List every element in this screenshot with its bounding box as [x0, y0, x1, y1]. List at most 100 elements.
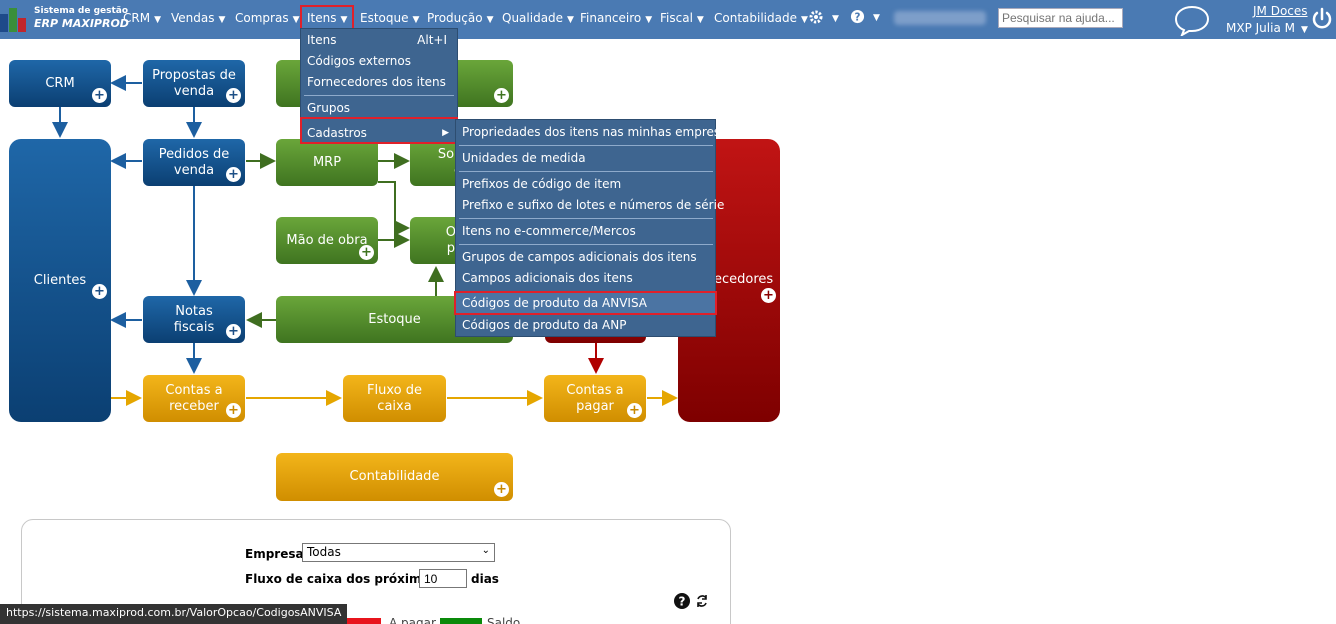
- estoque-label: Estoque: [368, 311, 421, 327]
- menu-crm[interactable]: CRM ▼: [123, 11, 161, 25]
- caret-down-icon: ▼: [645, 15, 653, 25]
- submenu-item-grupos-campos[interactable]: Grupos de campos adicionais dos itens: [456, 247, 697, 267]
- caret-down-icon: ▼: [800, 15, 808, 25]
- notas-fiscais-box[interactable]: Notas fiscais +: [143, 296, 245, 343]
- anvisa-highlight: [454, 291, 717, 315]
- user-menu[interactable]: MXP Julia M ▼: [1226, 21, 1308, 35]
- contas-receber-box[interactable]: Contas a receber +: [143, 375, 245, 422]
- add-compras-icon[interactable]: +: [494, 88, 509, 103]
- legend-swatch-pagar: [343, 618, 381, 624]
- empresa-label: Empresa: [245, 547, 304, 561]
- company-link[interactable]: JM Doces: [1253, 4, 1308, 18]
- mao-de-obra-label: Mão de obra: [286, 232, 368, 248]
- add-clientes-icon[interactable]: +: [92, 284, 107, 299]
- empresa-select[interactable]: Todas ⌄: [302, 543, 495, 562]
- logo-title: ERP MAXIPROD: [34, 17, 129, 30]
- fornecedores-label: ecedores: [714, 272, 774, 287]
- itens-menu-highlight: [300, 5, 354, 30]
- submenu-item-prefixos-codigo[interactable]: Prefixos de código de item: [456, 174, 621, 194]
- menu-item-grupos[interactable]: Grupos: [301, 98, 350, 118]
- add-fornecedores-icon[interactable]: +: [761, 288, 776, 303]
- menu-divider: [459, 171, 713, 172]
- contas-pagar-label-1: Contas a: [566, 382, 624, 398]
- add-propostas-icon[interactable]: +: [226, 88, 241, 103]
- mrp-label: MRP: [312, 154, 342, 170]
- add-pedidos-icon[interactable]: +: [226, 167, 241, 182]
- menu-fiscal[interactable]: Fiscal ▼: [660, 11, 704, 25]
- caret-down-icon: ▼: [486, 15, 494, 25]
- contas-receber-label-1: Contas a: [165, 382, 223, 398]
- fluxo-caixa-box[interactable]: Fluxo de caixa: [343, 375, 446, 422]
- caret-down-icon: ▼: [832, 13, 839, 24]
- submenu-item-campos-adicionais[interactable]: Campos adicionais dos itens: [456, 268, 633, 288]
- contas-pagar-box[interactable]: Contas a pagar +: [544, 375, 646, 422]
- caret-down-icon: ▼: [292, 15, 300, 25]
- shortcut-label: Alt+I: [417, 33, 447, 47]
- app-logo[interactable]: Sistema de gestão ERP MAXIPROD: [0, 5, 129, 33]
- menu-contabilidade[interactable]: Contabilidade ▼: [714, 11, 808, 25]
- add-contas-receber-icon[interactable]: +: [226, 403, 241, 418]
- menu-divider: [304, 95, 454, 96]
- status-bar-url: https://sistema.maxiprod.com.br/ValorOpc…: [0, 604, 348, 624]
- notas-label-2: fiscais: [173, 319, 215, 335]
- crm-label: CRM: [45, 75, 75, 91]
- menu-estoque[interactable]: Estoque ▼: [360, 11, 419, 25]
- menu-producao[interactable]: Produção ▼: [427, 11, 493, 25]
- mao-de-obra-box[interactable]: Mão de obra +: [276, 217, 378, 264]
- settings-menu[interactable]: ▼: [808, 9, 839, 25]
- contas-receber-label-2: receber: [169, 398, 219, 414]
- menu-item-itens[interactable]: Itens Alt+I: [301, 30, 457, 50]
- chat-bubble-icon[interactable]: [1174, 4, 1210, 36]
- caret-down-icon: ▼: [873, 13, 880, 23]
- legend-swatch-saldo: [440, 618, 482, 624]
- help-search-input[interactable]: [998, 8, 1123, 28]
- propostas-venda-box[interactable]: Propostas de venda +: [143, 60, 245, 107]
- power-icon[interactable]: [1310, 7, 1334, 31]
- clientes-box[interactable]: Clientes +: [9, 139, 111, 422]
- help-icon[interactable]: ?: [674, 593, 690, 609]
- submenu-item-ecommerce[interactable]: Itens no e-commerce/Mercos: [456, 221, 636, 241]
- legend-label-pagar: A pagar: [389, 616, 436, 624]
- cadastros-highlight: [300, 117, 458, 144]
- pedidos-label-2: venda: [173, 162, 215, 178]
- submenu-item-unidades[interactable]: Unidades de medida: [456, 148, 586, 168]
- menu-item-fornecedores-itens[interactable]: Fornecedores dos itens: [301, 72, 446, 92]
- contabilidade-box[interactable]: Contabilidade +: [276, 453, 513, 501]
- pedidos-venda-box[interactable]: Pedidos de venda +: [143, 139, 245, 186]
- add-crm-icon[interactable]: +: [92, 88, 107, 103]
- caret-down-icon: ▼: [412, 15, 420, 25]
- menu-financeiro[interactable]: Financeiro ▼: [580, 11, 652, 25]
- add-contabilidade-icon[interactable]: +: [494, 482, 509, 497]
- gear-icon: [809, 10, 823, 24]
- notas-label-1: Notas: [175, 303, 213, 319]
- submenu-item-anp[interactable]: Códigos de produto da ANP: [456, 315, 626, 335]
- menu-divider: [459, 218, 713, 219]
- help-menu[interactable]: ? ▼: [850, 9, 880, 24]
- pedidos-label-1: Pedidos de: [158, 146, 230, 162]
- clientes-label: Clientes: [33, 272, 87, 288]
- submenu-item-propriedades[interactable]: Propriedades dos itens nas minhas empres…: [456, 122, 734, 142]
- menu-divider: [459, 145, 713, 146]
- menu-compras[interactable]: Compras ▼: [235, 11, 300, 25]
- menu-item-codigos-externos[interactable]: Códigos externos: [301, 51, 411, 71]
- refresh-icon[interactable]: [695, 594, 709, 608]
- propostas-label-2: venda: [173, 83, 215, 99]
- add-notas-icon[interactable]: +: [226, 324, 241, 339]
- mrp-box[interactable]: MRP: [276, 139, 378, 186]
- propostas-label-1: Propostas de: [152, 67, 236, 83]
- crm-box[interactable]: CRM +: [9, 60, 111, 107]
- add-contas-pagar-icon[interactable]: +: [627, 403, 642, 418]
- menu-qualidade[interactable]: Qualidade ▼: [502, 11, 574, 25]
- logo-icon: [0, 8, 30, 32]
- add-mao-de-obra-icon[interactable]: +: [359, 245, 374, 260]
- days-input[interactable]: [419, 569, 467, 588]
- caret-down-icon: ▼: [1300, 25, 1308, 35]
- menu-vendas[interactable]: Vendas ▼: [171, 11, 225, 25]
- chevron-down-icon: ⌄: [481, 545, 490, 556]
- help-circle-icon: ?: [850, 9, 865, 23]
- svg-text:?: ?: [855, 11, 861, 23]
- legend-label-saldo: Saldo: [487, 616, 521, 624]
- svg-text:?: ?: [679, 595, 686, 609]
- submenu-item-prefixo-lotes[interactable]: Prefixo e sufixo de lotes e números de s…: [456, 195, 724, 215]
- caret-down-icon: ▼: [218, 15, 226, 25]
